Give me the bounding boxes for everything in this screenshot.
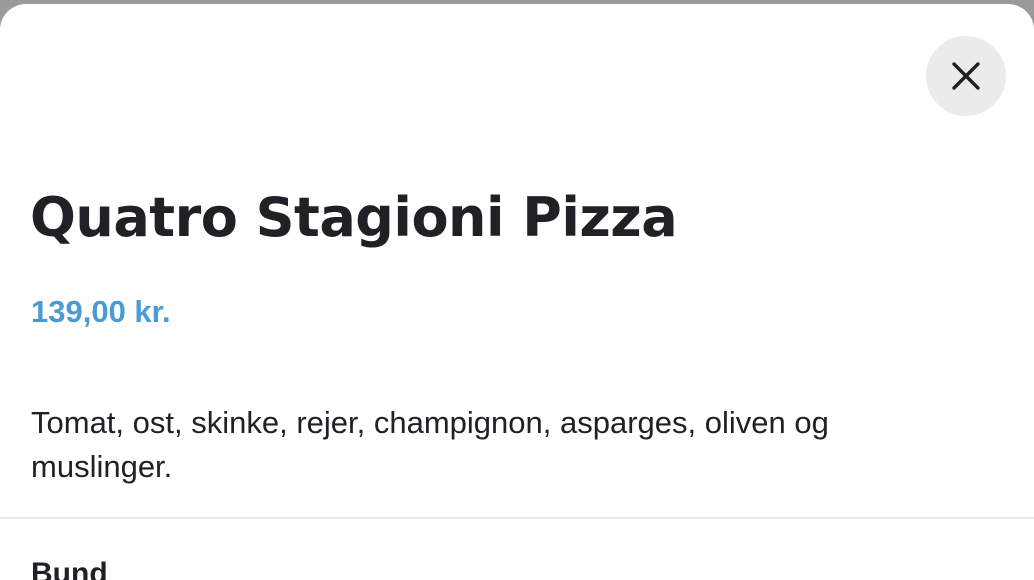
section-divider — [0, 517, 1034, 519]
close-button[interactable] — [926, 36, 1006, 116]
close-icon — [951, 61, 981, 91]
product-description: Tomat, ost, skinke, rejer, champignon, a… — [31, 405, 829, 484]
section-label-bund: Bund — [31, 557, 108, 580]
product-sheet: Quatro Stagioni Pizza 139,00 kr. Tomat, … — [0, 4, 1034, 580]
product-price: 139,00 kr. — [31, 294, 171, 329]
product-title: Quatro Stagioni Pizza — [30, 186, 678, 249]
